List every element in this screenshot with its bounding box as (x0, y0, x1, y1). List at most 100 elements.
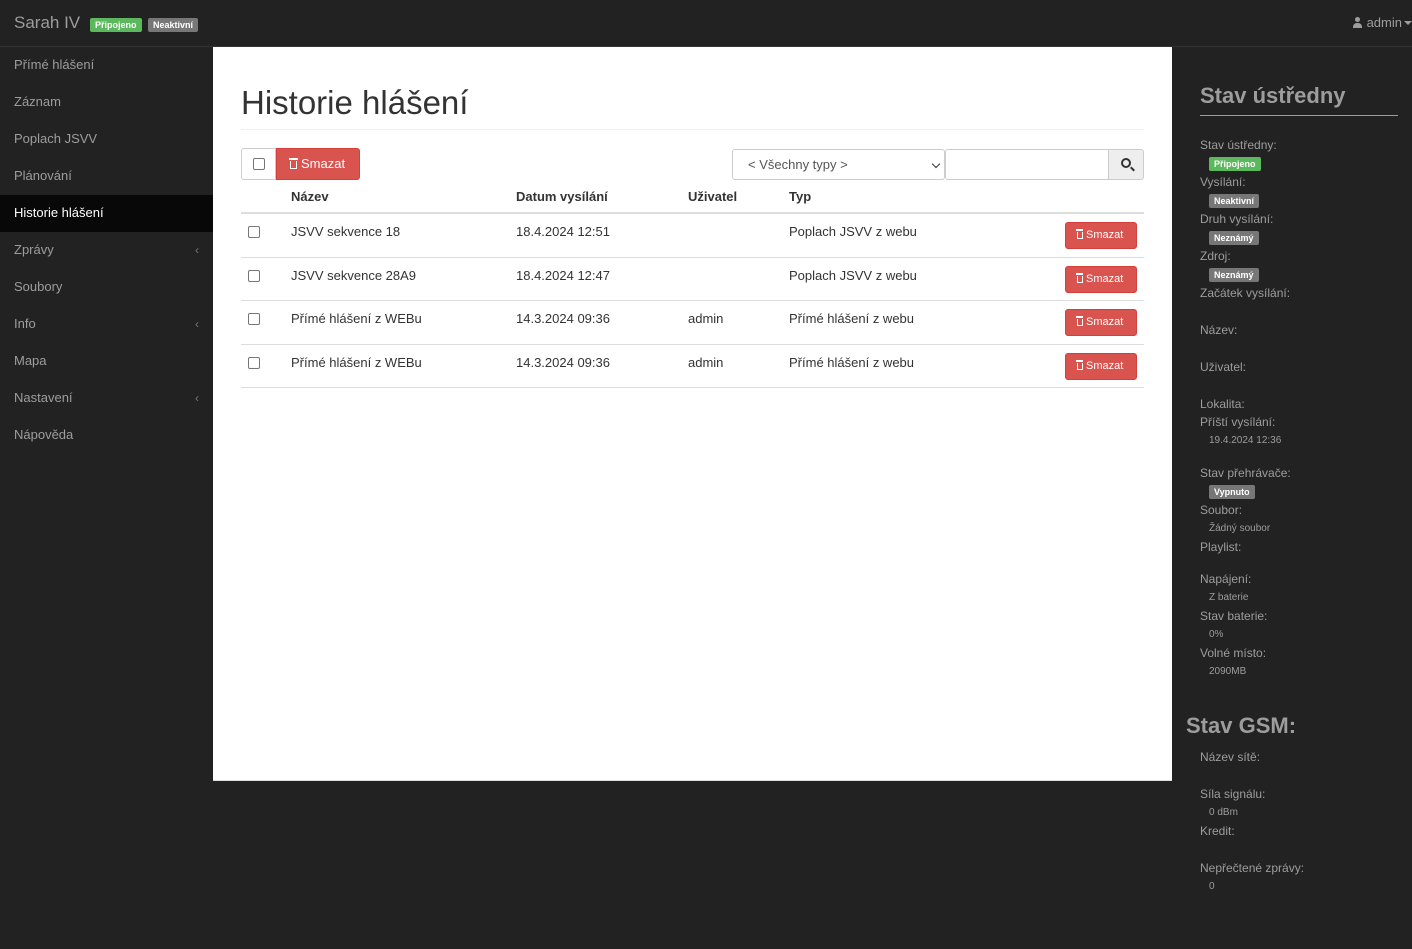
status-panel-title: Stav ústředny (1200, 83, 1346, 108)
name-label: Název: (1200, 323, 1238, 337)
top-navbar: Sarah IV Připojeno Neaktivní admin (0, 0, 1412, 47)
header-status-badges: Připojeno Neaktivní (90, 16, 200, 34)
user-name: admin (1366, 15, 1402, 30)
connection-status-badge: Připojeno (90, 17, 142, 32)
sidebar-item-label: Přímé hlášení (14, 57, 95, 72)
sidebar-item-label: Soubory (14, 279, 63, 294)
type-filter-select[interactable]: < Všechny typy > (732, 149, 945, 180)
cell-date: 14.3.2024 09:36 (516, 311, 610, 326)
unread-messages-label: Nepřečtené zprávy: (1200, 861, 1305, 875)
type-filter-value: < Všechny typy > (748, 157, 848, 172)
network-name-label: Název sítě: (1200, 750, 1261, 764)
user-label: Uživatel: (1200, 360, 1247, 374)
sidebar-item[interactable]: Záznam (0, 84, 213, 121)
delete-selected-button[interactable]: Smazat (276, 148, 360, 180)
cell-user: admin (688, 354, 724, 370)
trash-icon (1076, 316, 1083, 326)
search-button[interactable] (1108, 149, 1144, 180)
delete-selected-label: Smazat (301, 156, 346, 171)
user-icon (1352, 17, 1362, 28)
broadcast-status-badge: Neaktivní (147, 17, 198, 32)
column-header-user[interactable]: Uživatel (688, 189, 737, 204)
free-space-value: 2090MB (1209, 666, 1247, 677)
sidebar-item[interactable]: Zprávy ‹ (0, 232, 213, 269)
cell-name: Přímé hlášení z WEBu (291, 311, 422, 326)
trash-icon (1076, 229, 1083, 239)
divider (241, 129, 1144, 130)
column-header-date[interactable]: Datum vysílání (516, 189, 608, 204)
row-delete-button[interactable]: Smazat (1065, 265, 1137, 293)
chevron-left-icon: ‹ (195, 317, 199, 331)
row-delete-label: Smazat (1086, 359, 1124, 372)
broadcast-kind-label: Druh vysílání: (1200, 212, 1274, 226)
brand-name[interactable]: Sarah IV (14, 13, 80, 33)
sidebar-item-label: Plánování (14, 168, 72, 183)
file-value: Žádný soubor (1209, 523, 1271, 534)
cell-name: JSVV sekvence 18 (291, 224, 401, 239)
player-state-label: Stav přehrávače: (1200, 466, 1291, 480)
unread-messages-value: 0 (1209, 881, 1215, 892)
battery-label: Stav baterie: (1200, 609, 1268, 623)
divider (1200, 115, 1398, 116)
cell-type: Poplach JSVV z webu (789, 224, 917, 239)
table-toolbar: Smazat < Všechny typy > (241, 148, 1144, 180)
battery-value: 0% (1209, 629, 1224, 640)
row-checkbox[interactable] (248, 269, 260, 282)
sidebar: Přímé hlášení Záznam Poplach JSVV Plánování… (0, 47, 213, 454)
sidebar-item[interactable]: Nápověda (0, 417, 213, 454)
cell-type: Přímé hlášení z webu (789, 354, 915, 370)
signal-value: 0 dBm (1209, 807, 1238, 818)
sidebar-item-label: Zprávy (14, 242, 54, 257)
table-row: Přímé hlášení z WEBu 14.3.2024 09:36 admin… (241, 301, 1144, 345)
sidebar-item[interactable]: Mapa (0, 343, 213, 380)
central-state-badge: Připojeno (1209, 157, 1261, 171)
sidebar-item[interactable]: Info ‹ (0, 306, 213, 343)
source-badge: Neznámý (1209, 268, 1259, 282)
history-table: Název Datum vysílání Uživatel Typ JSVV s… (241, 180, 1144, 388)
chevron-left-icon: ‹ (195, 391, 199, 405)
trash-icon (1076, 359, 1083, 370)
source-label: Zdroj: (1200, 249, 1231, 263)
sidebar-item[interactable]: Plánování (0, 158, 213, 195)
credit-label: Kredit: (1200, 824, 1235, 838)
chevron-down-icon (931, 159, 941, 169)
table-row: JSVV sekvence 18 18.4.2024 12:51 Poplach J… (241, 214, 1144, 258)
cell-name: JSVV sekvence 28A9 (291, 267, 417, 283)
table-body: JSVV sekvence 18 18.4.2024 12:51 Poplach J… (241, 214, 1144, 388)
sidebar-item[interactable]: Přímé hlášení (0, 47, 213, 84)
row-checkbox[interactable] (248, 313, 260, 325)
search-input[interactable] (945, 149, 1109, 180)
page-title: Historie hlášení (241, 84, 469, 121)
power-value: Z baterie (1209, 592, 1249, 603)
sidebar-item-label: Nápověda (14, 427, 74, 442)
sidebar-item[interactable]: Nastavení ‹ (0, 380, 213, 417)
user-menu[interactable]: admin (1352, 15, 1412, 30)
trash-icon (289, 158, 298, 169)
select-all-checkbox[interactable] (253, 158, 265, 170)
trash-icon (1076, 272, 1083, 283)
row-delete-button[interactable]: Smazat (1065, 222, 1137, 249)
player-state-badge: Vypnuto (1209, 485, 1255, 499)
sidebar-item-label: Poplach JSVV (14, 131, 98, 146)
sidebar-item-label: Mapa (14, 353, 47, 368)
broadcast-label: Vysílání: (1200, 175, 1246, 189)
central-state-label: Stav ústředny: (1200, 138, 1277, 152)
sidebar-item[interactable]: Soubory (0, 269, 213, 306)
row-checkbox[interactable] (248, 356, 260, 369)
column-header-name[interactable]: Název (291, 189, 329, 204)
power-label: Napájení: (1200, 572, 1252, 586)
chevron-left-icon: ‹ (195, 243, 199, 257)
row-delete-button[interactable]: Smazat (1065, 309, 1137, 336)
row-delete-label: Smazat (1086, 316, 1124, 328)
search-icon (1121, 158, 1131, 168)
column-header-type[interactable]: Typ (789, 189, 811, 204)
row-checkbox[interactable] (248, 226, 260, 238)
table-header: Název Datum vysílání Uživatel Typ (241, 180, 1144, 214)
cell-type: Poplach JSVV z webu (789, 267, 917, 283)
cell-date: 18.4.2024 12:51 (516, 224, 610, 239)
cell-type: Přímé hlášení z webu (789, 311, 915, 326)
sidebar-item[interactable]: Poplach JSVV (0, 121, 213, 158)
row-delete-button[interactable]: Smazat (1065, 352, 1137, 380)
sidebar-item[interactable]: Historie hlášení (0, 195, 213, 232)
locality-label: Lokalita: (1200, 397, 1245, 411)
